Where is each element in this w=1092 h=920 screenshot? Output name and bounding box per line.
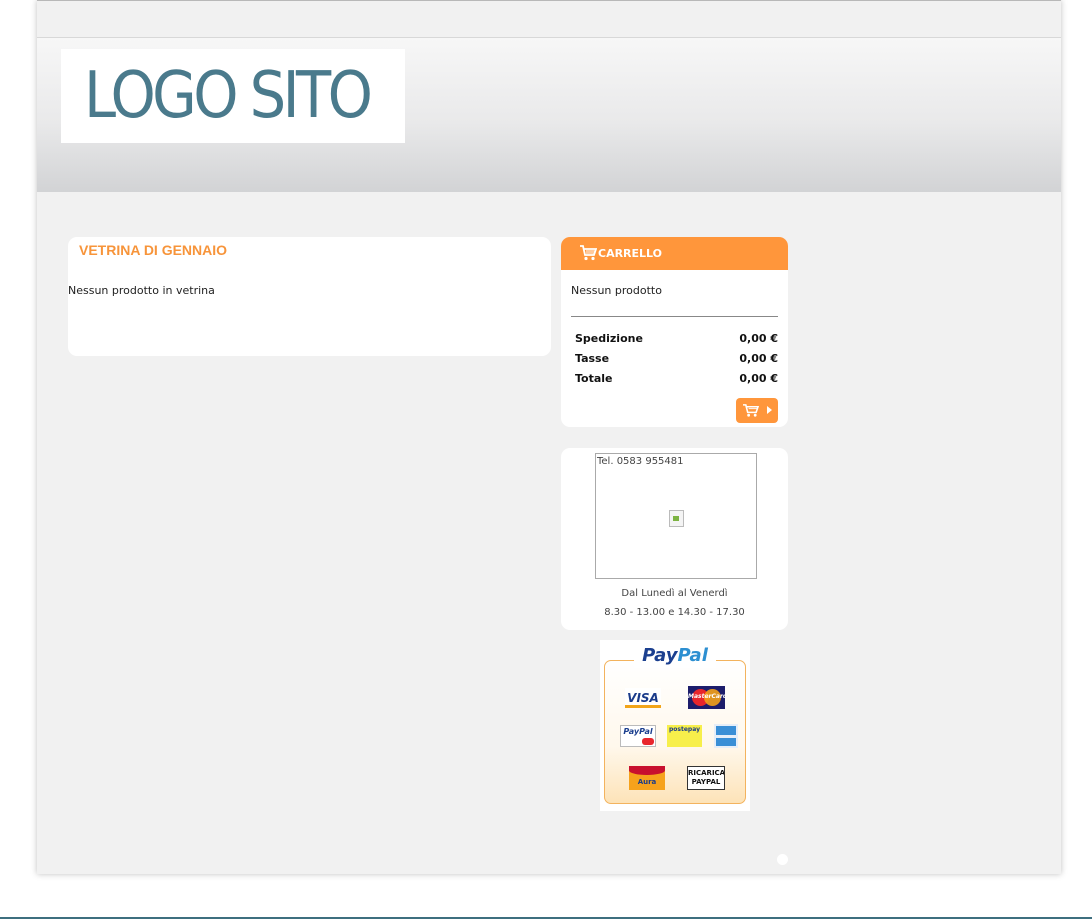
- cart-divider: [571, 316, 778, 317]
- phone-number: Tel. 0583 955481: [597, 456, 684, 467]
- aura-label: Aura: [637, 778, 657, 786]
- paypal-logo: PayPal: [634, 644, 716, 668]
- site-logo[interactable]: LOGO SITO: [61, 49, 405, 143]
- opening-hours: 8.30 - 13.00 e 14.30 - 17.30: [604, 607, 745, 618]
- checkout-button[interactable]: [736, 398, 778, 423]
- mastercard-icon: MasterCard: [688, 686, 725, 709]
- cart-title: CARRELLO: [598, 247, 663, 260]
- logo-text: LOGO SITO: [84, 59, 373, 133]
- broken-image-icon: [669, 510, 684, 527]
- cart-row-label: Spedizione: [575, 332, 643, 345]
- cart-row-value: 0,00 €: [739, 332, 778, 345]
- opening-days: Dal Lunedì al Venerdì: [621, 588, 728, 599]
- mastercard-label: MasterCard: [688, 693, 725, 700]
- cart-header: CARRELLO: [561, 237, 788, 270]
- vetrina-panel: VETRINA DI GENNAIO Nessun prodotto in ve…: [68, 237, 551, 356]
- paypal-card-icon: PayPal: [620, 725, 656, 747]
- paypal-card-label: PayPal: [623, 727, 653, 736]
- cart-panel: CARRELLO Nessun prodotto Spedizione 0,00…: [561, 237, 788, 427]
- cart-icon: [743, 404, 759, 417]
- contact-image-box: Tel. 0583 955481: [595, 453, 757, 579]
- ricarica-paypal-label: PAYPAL: [691, 778, 721, 786]
- ricarica-label: RICARICA: [688, 769, 725, 777]
- amex-card-icon: [714, 724, 738, 748]
- contact-panel: Tel. 0583 955481 Dal Lunedì al Venerdì 8…: [561, 448, 788, 630]
- cart-row-total: Totale 0,00 €: [575, 372, 778, 388]
- cart-row-value: 0,00 €: [739, 372, 778, 385]
- page-container: LOGO SITO VETRINA DI GENNAIO Nessun prod…: [37, 0, 1061, 874]
- cart-icon: [580, 245, 597, 261]
- paypal-logo-pal: Pal: [677, 645, 708, 666]
- aura-card-icon: Aura: [629, 766, 665, 790]
- vetrina-title: VETRINA DI GENNAIO: [79, 242, 228, 258]
- site-header: LOGO SITO: [37, 38, 1061, 192]
- cart-empty-text: Nessun prodotto: [571, 284, 662, 297]
- cart-row-taxes: Tasse 0,00 €: [575, 352, 778, 368]
- arrow-right-icon: [767, 406, 772, 414]
- cart-row-label: Tasse: [575, 352, 610, 365]
- ricarica-paypal-icon: RICARICA PAYPAL: [687, 766, 725, 790]
- bottom-line: [0, 917, 1092, 919]
- paypal-badge[interactable]: PayPal VISA MasterCard PayPal postepay A…: [600, 640, 750, 811]
- visa-card-icon: VISA: [625, 688, 661, 708]
- vetrina-empty-text: Nessun prodotto in vetrina: [68, 284, 215, 297]
- cart-row-value: 0,00 €: [739, 352, 778, 365]
- scroll-dot: [777, 854, 788, 865]
- cart-row-label: Totale: [575, 372, 613, 385]
- paypal-logo-pay: Pay: [642, 645, 678, 666]
- cart-row-shipping: Spedizione 0,00 €: [575, 332, 778, 348]
- top-strip: [37, 0, 1061, 38]
- postepay-card-icon: postepay: [667, 725, 702, 747]
